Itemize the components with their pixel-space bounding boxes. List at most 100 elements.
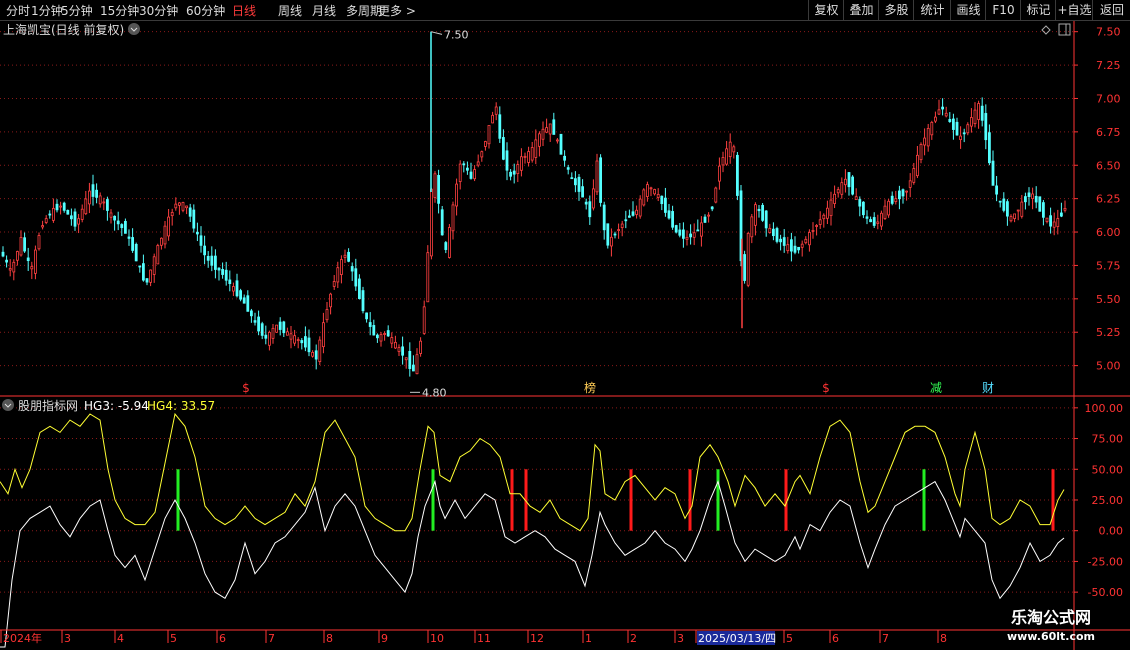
- watermark-line2: www.60lt.com: [1006, 630, 1096, 643]
- price-tick-label: 6.00: [1096, 226, 1121, 239]
- candle-body: [556, 139, 559, 142]
- candle-body: [1002, 198, 1006, 211]
- candle-body: [955, 121, 959, 136]
- candle-body: [930, 121, 934, 136]
- candle-body: [185, 205, 189, 209]
- stock-title: 上海凯宝(日线 前复权): [3, 22, 124, 37]
- timeframe-tab[interactable]: 多周期: [346, 2, 382, 19]
- candle-body: [851, 176, 854, 195]
- candle-body: [887, 200, 890, 216]
- candle-body: [23, 237, 27, 252]
- candle-body: [512, 170, 516, 175]
- candle-body: [606, 223, 610, 246]
- candle-body: [116, 220, 120, 225]
- candle-body: [8, 268, 12, 271]
- toolbar-button[interactable]: 复权: [808, 0, 844, 20]
- timeframe-tab[interactable]: 60分钟: [186, 2, 225, 19]
- candle-body: [721, 157, 725, 166]
- candle-body: [473, 169, 477, 180]
- candle-body: [624, 219, 628, 222]
- candle-body: [1056, 218, 1060, 227]
- candle-body: [916, 154, 919, 177]
- toolbar-button[interactable]: 多股: [878, 0, 914, 20]
- candle-body: [689, 233, 692, 238]
- toolbar-button[interactable]: +自选: [1055, 0, 1093, 20]
- toolbar-button[interactable]: 画线: [950, 0, 986, 20]
- candle-body: [998, 200, 1002, 203]
- candle-body: [257, 316, 261, 332]
- candle-body: [674, 225, 678, 233]
- candle-body: [347, 251, 351, 262]
- candle-body: [581, 186, 584, 198]
- candle-body: [422, 306, 426, 334]
- candle-body: [19, 237, 23, 256]
- candle-body: [138, 265, 142, 268]
- toolbar-button[interactable]: 叠加: [843, 0, 879, 20]
- candle-body: [66, 209, 70, 215]
- candle-body: [952, 118, 955, 130]
- candle-body: [703, 216, 707, 223]
- toolbar-button[interactable]: F10: [985, 0, 1021, 20]
- high-label: 7.50: [444, 28, 469, 41]
- candle-body: [282, 321, 286, 334]
- timeframe-tab[interactable]: 日线: [232, 2, 256, 19]
- candle-body: [793, 245, 797, 253]
- timeframe-tab[interactable]: 15分钟: [100, 2, 139, 19]
- candle-body: [426, 252, 430, 303]
- candle-body: [95, 189, 98, 198]
- timeframe-tab[interactable]: 分时: [6, 2, 30, 19]
- candle-body: [447, 227, 451, 258]
- candle-body: [660, 195, 664, 205]
- candle-body: [707, 214, 710, 217]
- grid-lines: [0, 31, 1074, 593]
- timeframe-tab[interactable]: 30分钟: [139, 2, 178, 19]
- timeframe-tab[interactable]: 周线: [278, 2, 302, 19]
- x-tick-label: 2025/03/13/四: [698, 632, 776, 645]
- x-tick-label: 7: [268, 632, 275, 645]
- candle-body: [415, 354, 419, 375]
- timeframe-tab[interactable]: 月线: [312, 2, 336, 19]
- timeframe-tab[interactable]: 1分钟: [31, 2, 63, 19]
- candle-body: [811, 229, 815, 232]
- indicator-tick-label: 25.00: [1092, 494, 1124, 507]
- candle-body: [718, 165, 721, 182]
- candle-body: [926, 128, 930, 147]
- stock-chart[interactable]: 5.00 5.25 5.50 5.75 6.00 6.25 6.50 6.75 7.00 7.25…: [0, 21, 1130, 650]
- candle-body: [494, 106, 498, 115]
- candle-body: [1009, 216, 1013, 222]
- toolbar-button[interactable]: 返回: [1092, 0, 1130, 20]
- timeframe-tab[interactable]: 更多 >: [378, 2, 416, 19]
- hg4-line: [0, 412, 1065, 532]
- candle-body: [923, 137, 926, 146]
- candle-body: [692, 232, 696, 238]
- candle-body: [962, 132, 966, 135]
- candle-body: [375, 334, 379, 339]
- candle-body: [772, 228, 775, 237]
- candle-body: [520, 156, 523, 171]
- candle-body: [736, 154, 739, 196]
- toolbar-button[interactable]: 标记: [1020, 0, 1056, 20]
- candle-body: [628, 215, 631, 218]
- candle-body: [156, 245, 160, 265]
- candle-body: [1020, 201, 1024, 217]
- indicator-dropdown-icon: [2, 399, 14, 411]
- candle-body: [1038, 196, 1042, 212]
- candle-body: [977, 103, 980, 120]
- candle-body: [199, 235, 203, 246]
- toolbar-button[interactable]: 统计: [913, 0, 951, 20]
- candle-body: [966, 124, 970, 134]
- timeframe-tab[interactable]: 5分钟: [61, 2, 93, 19]
- candle-body: [984, 113, 988, 141]
- candle-body: [88, 190, 91, 205]
- candle-body: [815, 225, 818, 227]
- x-tick-label: 5: [170, 632, 177, 645]
- candle-body: [411, 364, 415, 372]
- candle-body: [854, 196, 858, 201]
- low-label: 4.80: [422, 386, 447, 399]
- candle-body: [912, 168, 916, 183]
- candle-body: [350, 266, 354, 272]
- candle-body: [1013, 213, 1016, 219]
- candle-body: [516, 164, 520, 174]
- candle-body: [231, 286, 235, 292]
- candle-body: [800, 243, 804, 248]
